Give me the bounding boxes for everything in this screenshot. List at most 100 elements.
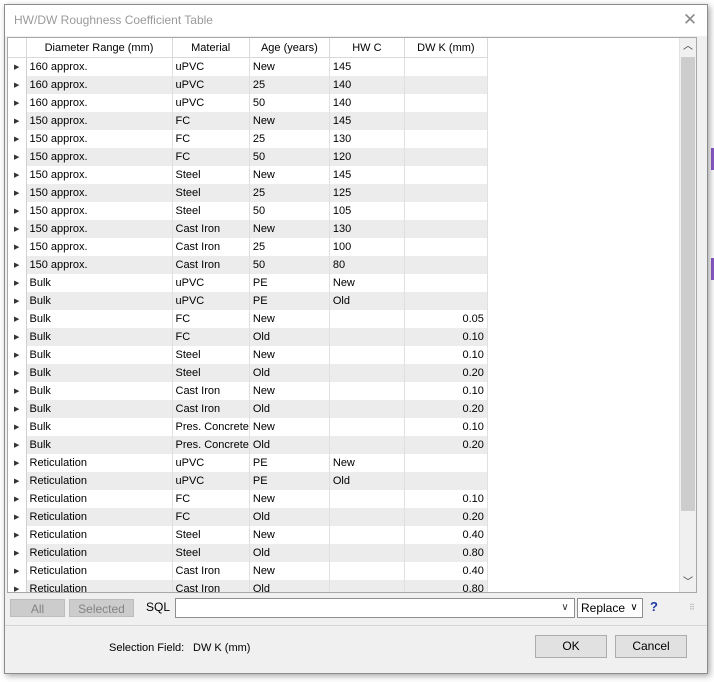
table-cell[interactable]	[329, 417, 405, 436]
table-cell[interactable]: Reticulation	[26, 579, 173, 592]
table-cell[interactable]: 125	[329, 183, 405, 202]
table-row[interactable]: ▶ 160 approx. uPVC 25 140	[8, 75, 488, 94]
row-marker-icon[interactable]: ▶	[8, 345, 27, 364]
table-row[interactable]: ▶ Reticulation Cast Iron Old 0.80	[8, 579, 488, 592]
row-marker-icon[interactable]: ▶	[8, 471, 27, 490]
row-marker-icon[interactable]: ▶	[8, 525, 27, 544]
table-cell[interactable]: New	[329, 453, 405, 472]
column-header[interactable]: DW K (mm)	[404, 38, 488, 58]
table-cell[interactable]: 50	[249, 255, 330, 274]
table-cell[interactable]	[329, 489, 405, 508]
table-row[interactable]: ▶ 150 approx. Steel New 145	[8, 165, 488, 184]
table-cell[interactable]: 0.40	[404, 525, 488, 544]
table-cell[interactable]: Old	[329, 291, 405, 310]
table-cell[interactable]: Steel	[172, 543, 250, 562]
table-row[interactable]: ▶ Reticulation FC Old 0.20	[8, 507, 488, 526]
row-marker-icon[interactable]: ▶	[8, 219, 27, 238]
table-row[interactable]: ▶ Bulk FC Old 0.10	[8, 327, 488, 346]
table-cell[interactable]: Cast Iron	[172, 237, 250, 256]
table-cell[interactable]	[329, 327, 405, 346]
table-cell[interactable]: Cast Iron	[172, 399, 250, 418]
row-marker-icon[interactable]: ▶	[8, 255, 27, 274]
table-cell[interactable]: 150 approx.	[26, 129, 173, 148]
scroll-down-icon[interactable]: ﹀	[680, 575, 696, 591]
row-marker-icon[interactable]: ▶	[8, 147, 27, 166]
table-cell[interactable]: Steel	[172, 363, 250, 382]
table-cell[interactable]: New	[329, 273, 405, 292]
table-cell[interactable]: 150 approx.	[26, 255, 173, 274]
table-row[interactable]: ▶ Bulk FC New 0.05	[8, 309, 488, 328]
table-row[interactable]: ▶ 150 approx. Cast Iron 50 80	[8, 255, 488, 274]
table-cell[interactable]: Cast Iron	[172, 255, 250, 274]
table-cell[interactable]: 0.10	[404, 417, 488, 436]
row-marker-icon[interactable]: ▶	[8, 111, 27, 130]
table-cell[interactable]: 50	[249, 93, 330, 112]
table-cell[interactable]	[404, 291, 488, 310]
table-row[interactable]: ▶ Bulk Steel New 0.10	[8, 345, 488, 364]
table-cell[interactable]	[404, 129, 488, 148]
table-row[interactable]: ▶ 160 approx. uPVC 50 140	[8, 93, 488, 112]
table-cell[interactable]: Bulk	[26, 309, 173, 328]
table-row[interactable]: ▶ 160 approx. uPVC New 145	[8, 57, 488, 76]
table-cell[interactable]: Old	[249, 579, 330, 592]
table-cell[interactable]: 150 approx.	[26, 183, 173, 202]
table-cell[interactable]: New	[249, 525, 330, 544]
table-cell[interactable]: 150 approx.	[26, 237, 173, 256]
table-cell[interactable]	[404, 201, 488, 220]
row-marker-icon[interactable]: ▶	[8, 399, 27, 418]
table-cell[interactable]: New	[249, 111, 330, 130]
table-cell[interactable]: 145	[329, 57, 405, 76]
table-cell[interactable]: Steel	[172, 201, 250, 220]
row-marker-icon[interactable]: ▶	[8, 57, 27, 76]
table-cell[interactable]: 0.80	[404, 579, 488, 592]
table-cell[interactable]: Steel	[172, 345, 250, 364]
vertical-scrollbar[interactable]: ︿ ﹀	[679, 38, 696, 592]
table-cell[interactable]: New	[249, 309, 330, 328]
table-cell[interactable]	[404, 237, 488, 256]
table-cell[interactable]: 130	[329, 129, 405, 148]
table-cell[interactable]: 0.20	[404, 435, 488, 454]
table-cell[interactable]: Old	[249, 363, 330, 382]
table-cell[interactable]: PE	[249, 453, 330, 472]
table-cell[interactable]: Old	[249, 435, 330, 454]
table-row[interactable]: ▶ 150 approx. FC 50 120	[8, 147, 488, 166]
table-row[interactable]: ▶ Reticulation uPVC PE New	[8, 453, 488, 472]
table-cell[interactable]: uPVC	[172, 75, 250, 94]
table-cell[interactable]: FC	[172, 129, 250, 148]
table-cell[interactable]: Steel	[172, 525, 250, 544]
table-cell[interactable]: 25	[249, 237, 330, 256]
table-cell[interactable]	[329, 507, 405, 526]
table-row[interactable]: ▶ Reticulation Steel Old 0.80	[8, 543, 488, 562]
table-cell[interactable]	[329, 309, 405, 328]
table-cell[interactable]: 140	[329, 75, 405, 94]
table-cell[interactable]: Cast Iron	[172, 579, 250, 592]
table-cell[interactable]	[404, 57, 488, 76]
table-row[interactable]: ▶ Reticulation FC New 0.10	[8, 489, 488, 508]
row-marker-icon[interactable]: ▶	[8, 561, 27, 580]
table-cell[interactable]: 80	[329, 255, 405, 274]
table-cell[interactable]: FC	[172, 327, 250, 346]
table-cell[interactable]: 50	[249, 201, 330, 220]
selected-button[interactable]: Selected	[69, 599, 134, 617]
table-cell[interactable]: 130	[329, 219, 405, 238]
close-icon[interactable]: ✕	[681, 11, 699, 29]
column-header[interactable]: Age (years)	[249, 38, 330, 58]
table-cell[interactable]: 0.80	[404, 543, 488, 562]
row-marker-icon[interactable]: ▶	[8, 75, 27, 94]
table-row[interactable]: ▶ Bulk uPVC PE New	[8, 273, 488, 292]
table-cell[interactable]	[329, 435, 405, 454]
table-row[interactable]: ▶ Bulk Cast Iron Old 0.20	[8, 399, 488, 418]
row-marker-icon[interactable]: ▶	[8, 327, 27, 346]
table-cell[interactable]: Old	[249, 399, 330, 418]
table-cell[interactable]: 160 approx.	[26, 93, 173, 112]
row-marker-icon[interactable]: ▶	[8, 129, 27, 148]
table-cell[interactable]: 25	[249, 129, 330, 148]
table-row[interactable]: ▶ 150 approx. FC 25 130	[8, 129, 488, 148]
column-header[interactable]: Diameter Range (mm)	[26, 38, 173, 58]
table-cell[interactable]	[329, 399, 405, 418]
table-cell[interactable]	[329, 381, 405, 400]
table-cell[interactable]	[329, 525, 405, 544]
column-header[interactable]: Material	[172, 38, 250, 58]
table-cell[interactable]	[404, 165, 488, 184]
table-cell[interactable]: 145	[329, 111, 405, 130]
